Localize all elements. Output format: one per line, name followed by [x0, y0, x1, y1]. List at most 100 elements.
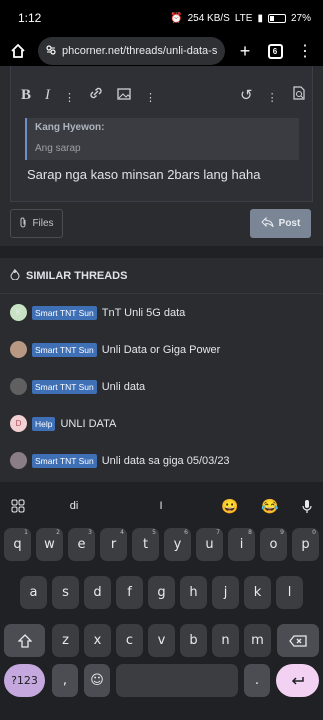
avatar: [10, 452, 27, 469]
post-button[interactable]: Post: [250, 209, 311, 238]
thread-item[interactable]: Smart TNT Sun Unli data sa giga 05/03/23: [0, 442, 323, 479]
tab-count: 6: [267, 43, 283, 59]
key-t[interactable]: t5: [132, 528, 159, 561]
suggestion-item[interactable]: I: [112, 500, 210, 512]
key-q[interactable]: q1: [4, 528, 31, 561]
on-screen-keyboard: di I 😀 😂 q1w2e3r4t5y6u7i8o9p0 asdfghjkl …: [0, 490, 323, 720]
battery-icon: [267, 13, 286, 23]
thread-item[interactable]: Smart TNT Sun Unli Data or Giga Power: [0, 331, 323, 368]
key-n[interactable]: n: [212, 624, 239, 657]
space-bar[interactable]: [116, 664, 238, 697]
thread-item[interactable]: Smart TNT Sun Unli data: [0, 368, 323, 405]
key-f[interactable]: f: [116, 576, 143, 609]
emoji-key[interactable]: ☺: [84, 664, 110, 697]
link-icon[interactable]: [89, 86, 103, 104]
apps-grid-icon[interactable]: [0, 499, 36, 513]
key-label: q: [13, 537, 22, 552]
key-hint: 5: [152, 529, 156, 536]
preview-icon[interactable]: [292, 86, 306, 104]
key-k[interactable]: k: [244, 576, 271, 609]
key-hint: 3: [88, 529, 92, 536]
thread-tag[interactable]: Smart TNT Sun: [32, 342, 97, 357]
key-label: o: [269, 537, 278, 552]
thread-title[interactable]: TnT Unli 5G data: [102, 307, 186, 319]
status-indicators: ⏰ 254 KB/S LTE ▮ 27%: [170, 13, 311, 24]
key-z[interactable]: z: [52, 624, 79, 657]
key-label: i: [239, 537, 244, 552]
key-x[interactable]: x: [84, 624, 111, 657]
reply-text[interactable]: Sarap nga kaso minsan 2bars lang haha: [27, 167, 260, 182]
menu-icon[interactable]: ⋮: [295, 41, 315, 61]
new-tab-icon[interactable]: +: [235, 41, 255, 61]
key-hint: 7: [216, 529, 220, 536]
key-p[interactable]: p0: [292, 528, 319, 561]
site-info-icon[interactable]: [46, 44, 56, 58]
backspace-key[interactable]: [277, 624, 319, 657]
period-key[interactable]: .: [244, 664, 270, 697]
paperclip-icon: [19, 217, 28, 231]
key-y[interactable]: y6: [164, 528, 191, 561]
files-label: Files: [32, 218, 54, 229]
key-u[interactable]: u7: [196, 528, 223, 561]
more-icon[interactable]: ⋮: [145, 91, 156, 104]
suggestion-item[interactable]: di: [36, 500, 112, 512]
key-g[interactable]: g: [148, 576, 175, 609]
reply-editor[interactable]: B I ⋮ ⋮ ↺ ⋮ Kang Hyewon: Ang sarap Sarap…: [10, 66, 313, 202]
bold-icon[interactable]: B: [21, 87, 31, 104]
shift-key[interactable]: [4, 624, 45, 657]
image-icon[interactable]: [117, 87, 131, 104]
key-b[interactable]: b: [180, 624, 207, 657]
undo-icon[interactable]: ↺: [240, 86, 253, 104]
key-v[interactable]: v: [148, 624, 175, 657]
more-icon[interactable]: ⋮: [64, 91, 75, 104]
key-a[interactable]: a: [20, 576, 47, 609]
thread-tag[interactable]: Help: [32, 416, 56, 431]
quote-block: Kang Hyewon: Ang sarap: [25, 118, 299, 160]
key-c[interactable]: c: [116, 624, 143, 657]
address-bar[interactable]: phcorner.net/threads/unli-data-s: [38, 37, 225, 65]
enter-key[interactable]: [276, 664, 319, 697]
thread-item[interactable]: K Smart TNT Sun TnT Unli 5G data: [0, 294, 323, 331]
key-s[interactable]: s: [52, 576, 79, 609]
alarm-icon: ⏰: [170, 12, 183, 24]
key-label: y: [173, 537, 182, 552]
similar-threads: SIMILAR THREADS K Smart TNT Sun TnT Unli…: [0, 258, 323, 479]
quote-text: Ang sarap: [35, 143, 81, 154]
key-label: p: [301, 537, 310, 552]
key-hint: 2: [56, 529, 60, 536]
tab-switcher-button[interactable]: 6: [265, 41, 285, 61]
thread-title[interactable]: Unli data sa giga 05/03/23: [102, 455, 230, 467]
key-i[interactable]: i8: [228, 528, 255, 561]
key-m[interactable]: m: [244, 624, 271, 657]
symbols-key[interactable]: ?123: [4, 664, 45, 697]
key-j[interactable]: j: [212, 576, 239, 609]
key-hint: 1: [24, 529, 28, 536]
status-bar: 1:12 ⏰ 254 KB/S LTE ▮ 27%: [0, 0, 323, 36]
key-h[interactable]: h: [180, 576, 207, 609]
avatar: [10, 378, 27, 395]
more-icon[interactable]: ⋮: [267, 91, 278, 104]
status-time: 1:12: [18, 11, 42, 25]
key-l[interactable]: l: [276, 576, 303, 609]
thread-title[interactable]: UNLI DATA: [60, 418, 116, 430]
emoji-suggestion-icon[interactable]: 😂: [250, 498, 290, 515]
key-r[interactable]: r4: [100, 528, 127, 561]
avatar: [10, 341, 27, 358]
home-icon[interactable]: [8, 41, 28, 61]
key-o[interactable]: o9: [260, 528, 287, 561]
italic-icon[interactable]: I: [45, 87, 50, 104]
thread-tag[interactable]: Smart TNT Sun: [32, 305, 97, 320]
thread-title[interactable]: Unli data: [102, 381, 145, 393]
key-d[interactable]: d: [84, 576, 111, 609]
thread-tag[interactable]: Smart TNT Sun: [32, 379, 97, 394]
thread-tag[interactable]: Smart TNT Sun: [32, 453, 97, 468]
key-e[interactable]: e3: [68, 528, 95, 561]
key-w[interactable]: w2: [36, 528, 63, 561]
thread-item[interactable]: D Help UNLI DATA: [0, 405, 323, 442]
emoji-suggestion-icon[interactable]: 😀: [210, 498, 250, 515]
microphone-icon[interactable]: [290, 499, 323, 514]
comma-key[interactable]: ,: [52, 664, 78, 697]
attach-files-button[interactable]: Files: [10, 209, 63, 238]
editor-actions: Files Post: [0, 207, 323, 249]
thread-title[interactable]: Unli Data or Giga Power: [102, 344, 221, 356]
